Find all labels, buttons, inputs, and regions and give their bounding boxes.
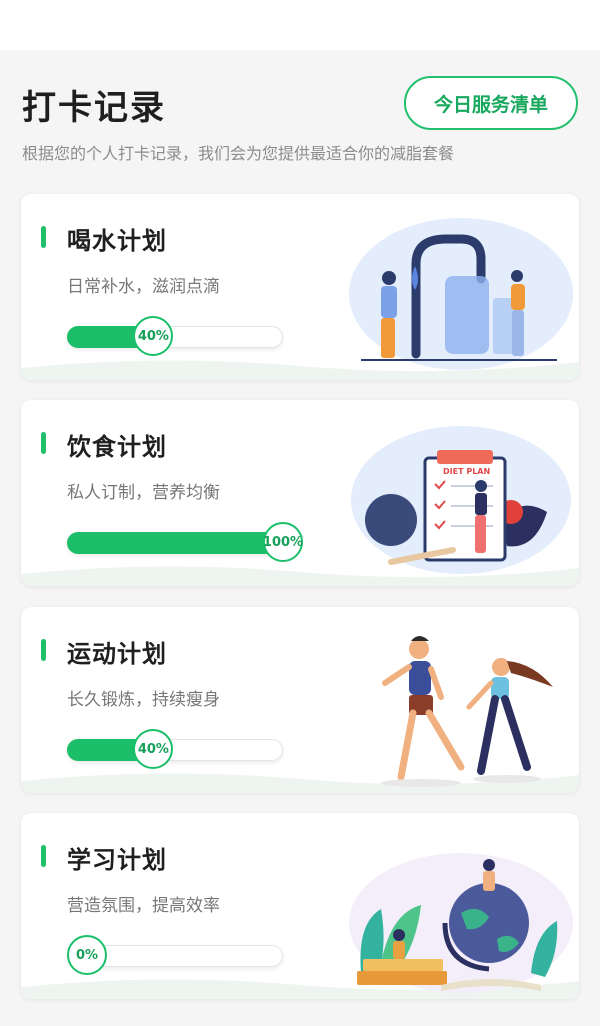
progress-knob: 100% bbox=[263, 522, 303, 562]
accent-bar bbox=[41, 639, 46, 661]
plan-card-exercise[interactable]: 运动计划 长久锻炼，持续瘦身 40% bbox=[21, 607, 579, 793]
plan-title: 学习计划 bbox=[67, 846, 167, 874]
page-subtitle: 根据您的个人打卡记录，我们会为您提供最适合你的减脂套餐 bbox=[22, 144, 455, 163]
plan-title: 饮食计划 bbox=[67, 433, 167, 461]
plan-card-study[interactable]: 学习计划 营造氛围，提高效率 0% bbox=[21, 813, 579, 999]
accent-bar bbox=[41, 226, 46, 248]
progress-fill bbox=[67, 532, 283, 554]
plan-description: 长久锻炼，持续瘦身 bbox=[67, 690, 220, 710]
progress-bar: 40% bbox=[67, 316, 283, 356]
page-header: 打卡记录 今日服务清单 bbox=[0, 50, 600, 142]
today-service-list-button[interactable]: 今日服务清单 bbox=[404, 76, 578, 130]
progress-bar: 40% bbox=[67, 729, 283, 769]
page-title: 打卡记录 bbox=[22, 88, 166, 128]
study-globe-illustration bbox=[349, 853, 573, 993]
diet-plan-illustration: DIET PLAN bbox=[351, 426, 571, 574]
plan-description: 日常补水，滋润点滴 bbox=[67, 277, 220, 297]
plan-description: 私人订制，营养均衡 bbox=[67, 483, 220, 503]
plan-card-water[interactable]: 喝水计划 日常补水，滋润点滴 40% bbox=[21, 194, 579, 380]
diet-plan-text: DIET PLAN bbox=[443, 467, 490, 476]
plan-card-diet[interactable]: 饮食计划 私人订制，营养均衡 100% DIET PLAN bbox=[21, 400, 579, 586]
progress-bar: 0% bbox=[67, 935, 283, 975]
progress-knob: 0% bbox=[67, 935, 107, 975]
plan-title: 运动计划 bbox=[67, 640, 167, 668]
progress-bar: 100% bbox=[67, 522, 303, 562]
plan-title: 喝水计划 bbox=[67, 227, 167, 255]
accent-bar bbox=[41, 845, 46, 867]
water-dispenser-illustration bbox=[349, 218, 573, 370]
status-bar bbox=[0, 0, 600, 50]
accent-bar bbox=[41, 432, 46, 454]
running-people-illustration bbox=[381, 636, 553, 787]
plan-description: 营造氛围，提高效率 bbox=[67, 896, 220, 916]
